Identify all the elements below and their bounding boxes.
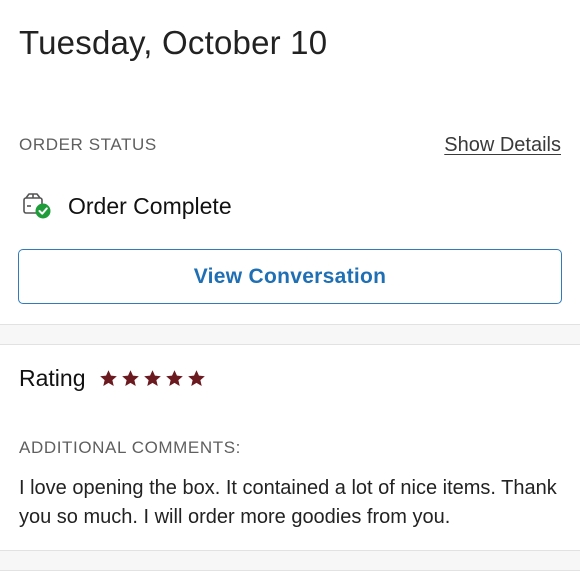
order-status-row: Order Complete	[22, 190, 232, 222]
star-icon	[121, 369, 140, 388]
additional-comments-label: ADDITIONAL COMMENTS:	[19, 438, 241, 457]
view-conversation-button[interactable]: View Conversation	[18, 249, 562, 304]
star-icon	[187, 369, 206, 388]
rating-row: Rating	[19, 363, 206, 393]
star-icon	[99, 369, 118, 388]
star-icon	[165, 369, 184, 388]
order-status-label: ORDER STATUS	[19, 135, 157, 154]
order-status-header: ORDER STATUS Show Details	[19, 132, 561, 158]
section-divider	[0, 324, 580, 345]
show-details-link[interactable]: Show Details	[444, 134, 561, 157]
rating-label: Rating	[19, 364, 86, 391]
box-check-icon	[22, 191, 52, 221]
section-divider-bottom	[0, 550, 580, 571]
order-status-text: Order Complete	[68, 192, 232, 219]
comment-text: I love opening the box. It contained a l…	[19, 477, 557, 528]
rating-stars	[99, 369, 206, 388]
next-section	[0, 571, 580, 580]
page-title: Tuesday, October 10	[19, 24, 328, 61]
star-icon	[143, 369, 162, 388]
